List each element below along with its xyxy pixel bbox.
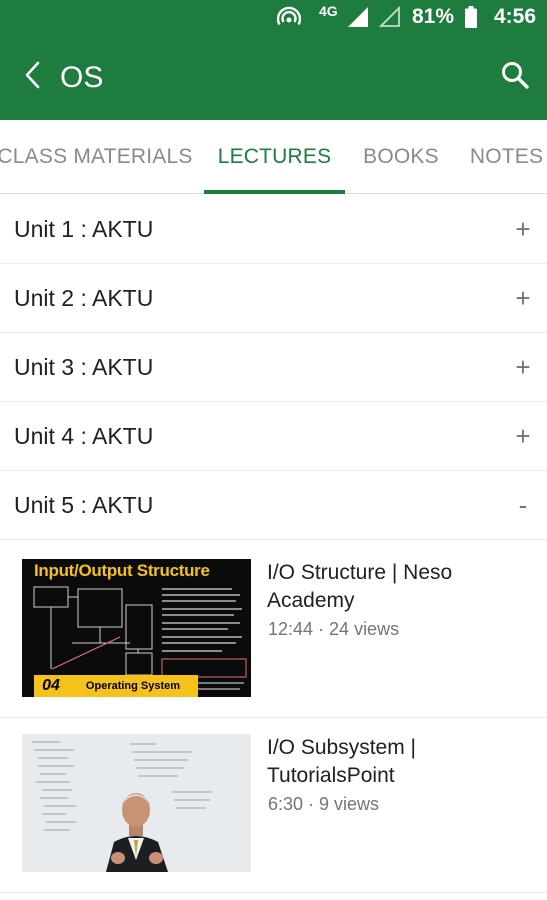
video-title[interactable]: I/O Subsystem | TutorialsPoint	[267, 734, 527, 790]
unit-label: Unit 2 : AKTU	[14, 285, 154, 311]
search-icon	[501, 61, 529, 94]
back-button[interactable]	[12, 54, 52, 100]
unit-label: Unit 5 : AKTU	[14, 492, 154, 518]
battery-icon	[464, 6, 478, 28]
video-item[interactable]: I/O Subsystem | TutorialsPoint 6:30 · 9 …	[0, 718, 547, 893]
units-list: Unit 1 : AKTU + Unit 2 : AKTU + Unit 3 :…	[0, 195, 547, 540]
unit-label: Unit 1 : AKTU	[14, 216, 154, 242]
battery-percent: 81%	[412, 5, 455, 28]
video-thumbnail[interactable]: Input/Output Structure 04 Operating Syst…	[22, 559, 251, 697]
tab-lectures[interactable]: LECTURES	[204, 120, 345, 194]
toolbar: OS	[0, 34, 547, 120]
unit-label: Unit 3 : AKTU	[14, 354, 154, 380]
video-thumbnail[interactable]	[22, 734, 251, 872]
presenter-illustration	[22, 734, 251, 872]
video-title[interactable]: I/O Structure | Neso Academy	[267, 559, 527, 615]
network-type: 4G	[319, 3, 338, 19]
video-item[interactable]: Input/Output Structure 04 Operating Syst…	[0, 543, 547, 718]
unit-row-5[interactable]: Unit 5 : AKTU -	[0, 471, 547, 540]
expand-icon[interactable]: +	[511, 195, 535, 264]
tab-bar: CLASS MATERIALS LECTURES BOOKS NOTES	[0, 120, 547, 194]
unit-row-1[interactable]: Unit 1 : AKTU +	[0, 195, 547, 264]
video-meta: 6:30 · 9 views	[268, 794, 380, 814]
expand-icon[interactable]: +	[511, 264, 535, 333]
unit-label: Unit 4 : AKTU	[14, 423, 154, 449]
unit-row-3[interactable]: Unit 3 : AKTU +	[0, 333, 547, 402]
signal-icon	[346, 6, 370, 28]
active-tab-indicator	[204, 190, 345, 194]
search-button[interactable]	[494, 54, 536, 100]
collapse-icon[interactable]: -	[511, 471, 535, 540]
status-bar: 4G 81% 4:56	[0, 0, 547, 34]
tab-books[interactable]: BOOKS	[355, 120, 447, 194]
thumbnail-heading: Input/Output Structure	[34, 561, 210, 580]
video-list: Input/Output Structure 04 Operating Syst…	[0, 543, 547, 893]
clock: 4:56	[494, 5, 537, 28]
thumbnail-badge: Operating System	[68, 675, 198, 697]
expand-icon[interactable]: +	[511, 333, 535, 402]
unit-row-2[interactable]: Unit 2 : AKTU +	[0, 264, 547, 333]
app-bar: 4G 81% 4:56 OS	[0, 0, 547, 120]
back-arrow-icon	[23, 61, 41, 94]
tab-class-materials[interactable]: CLASS MATERIALS	[0, 120, 192, 194]
signal-empty-icon	[378, 6, 402, 28]
expand-icon[interactable]: +	[511, 402, 535, 471]
thumbnail-badge-number: 04	[34, 675, 68, 697]
unit-row-4[interactable]: Unit 4 : AKTU +	[0, 402, 547, 471]
tab-notes[interactable]: NOTES	[466, 120, 547, 194]
video-meta: 12:44 · 24 views	[268, 619, 400, 639]
hotspot-icon	[276, 6, 302, 28]
page-title: OS	[60, 61, 104, 94]
